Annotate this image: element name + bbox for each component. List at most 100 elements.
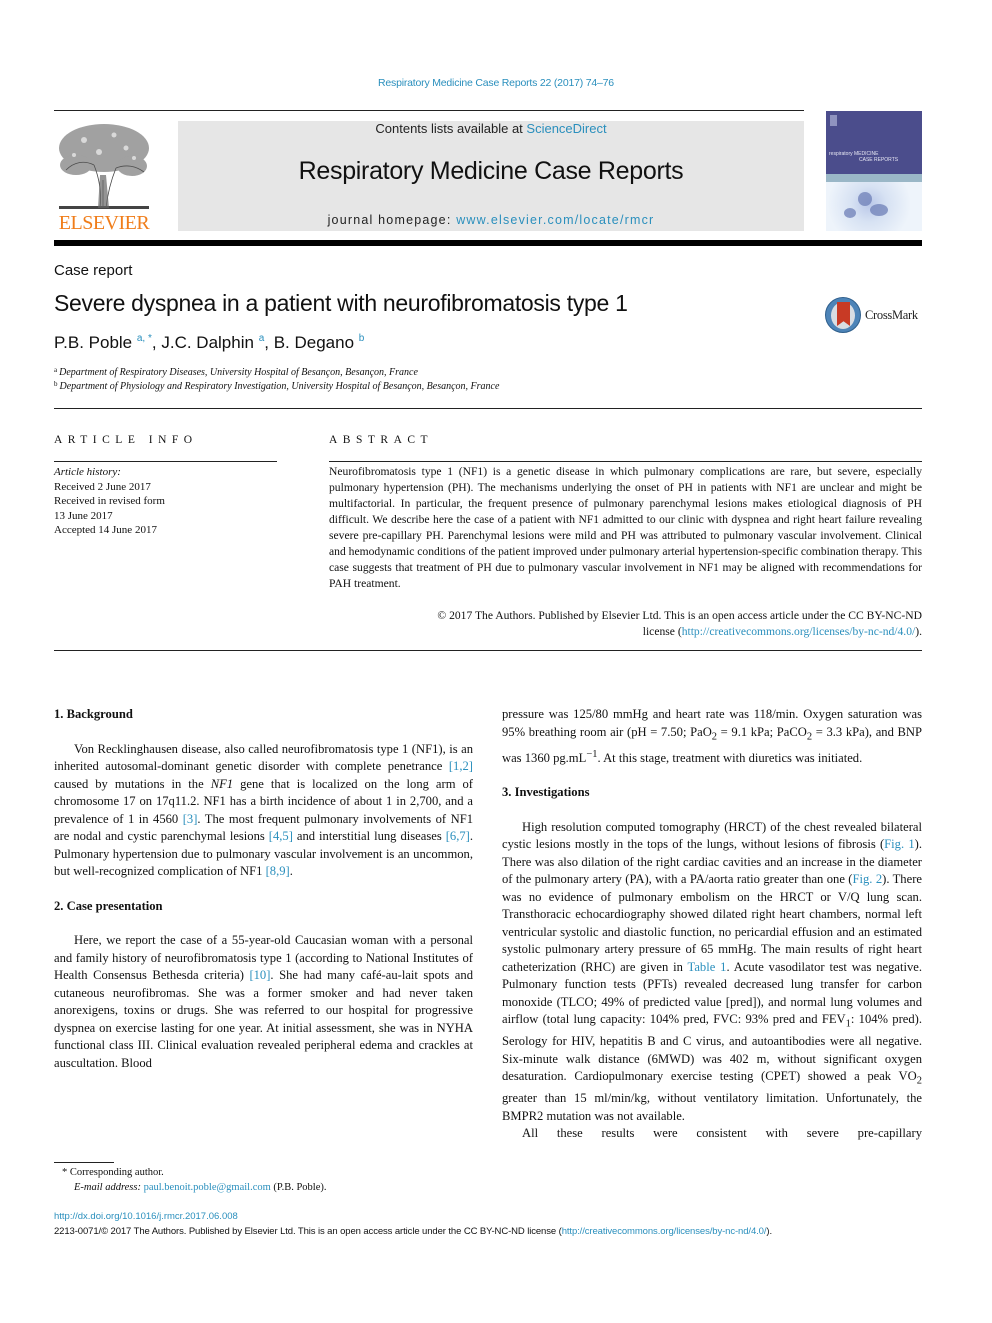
author-affiliation-mark[interactable]: a, *: [137, 333, 152, 344]
cover-title: respiratory MEDICINE CASE REPORTS: [829, 151, 921, 163]
text-run: Von Recklinghausen disease, also called …: [54, 741, 473, 774]
elsevier-logo[interactable]: ELSEVIER: [54, 120, 154, 234]
cover-cell-shape: [858, 192, 872, 206]
investigations-paragraph: High resolution computed tomography (HRC…: [502, 819, 922, 1126]
cover-top: [826, 111, 922, 174]
citation-link[interactable]: [3]: [183, 812, 198, 826]
article-info-heading: ARTICLE INFO: [54, 434, 198, 446]
elsevier-wordmark: ELSEVIER: [58, 212, 150, 234]
journal-cover-thumbnail[interactable]: respiratory MEDICINE CASE REPORTS: [826, 111, 922, 231]
license-prefix: license (: [642, 625, 682, 638]
email-line: E-mail address: paul.benoit.poble@gmail.…: [54, 1180, 327, 1195]
affiliation-text: Department of Respiratory Diseases, Univ…: [59, 367, 418, 378]
license-line: license (http://creativecommons.org/lice…: [329, 624, 922, 640]
figure-link[interactable]: Fig. 1: [884, 837, 914, 851]
history-entry: Received in revised form: [54, 495, 165, 507]
article-history: Article history: Received 2 June 2017 Re…: [54, 465, 165, 538]
text-run: . At this stage, treatment with diuretic…: [597, 750, 863, 765]
elsevier-tree-icon: [59, 124, 149, 209]
cover-band: [826, 174, 922, 182]
investigations-paragraph: All these results were consistent with s…: [522, 1126, 922, 1141]
author-name[interactable]: B. Degano: [274, 333, 354, 352]
doi-link[interactable]: http://dx.doi.org/10.1016/j.rmcr.2017.06…: [54, 1211, 238, 1222]
abstract-rule: [329, 461, 922, 462]
email-label: E-mail address:: [74, 1182, 144, 1193]
history-entry: 13 June 2017: [54, 509, 113, 522]
homepage-prefix: journal homepage:: [327, 213, 457, 227]
citation-link[interactable]: [4,5]: [269, 829, 293, 843]
gene-name: NF1: [210, 776, 234, 791]
footer-license: 2213-0071/© 2017 The Authors. Published …: [54, 1226, 922, 1237]
text-run: = 9.1 kPa; PaCO: [717, 724, 807, 739]
section-heading-case: 2. Case presentation: [54, 898, 163, 913]
abstract-copyright: © 2017 The Authors. Published by Elsevie…: [329, 608, 922, 640]
affiliation: b Department of Physiology and Respirator…: [54, 380, 499, 392]
history-entry: Received 2 June 2017: [54, 480, 151, 493]
case-paragraph-continued: pressure was 125/80 mmHg and heart rate …: [502, 706, 922, 767]
author-name[interactable]: J.C. Dalphin: [161, 333, 254, 352]
author-separator: ,: [151, 333, 162, 352]
article-title: Severe dyspnea in a patient with neurofi…: [54, 290, 628, 316]
copyright-line: © 2017 The Authors. Published by Elsevie…: [437, 609, 922, 622]
journal-homepage: journal homepage: www.elsevier.com/locat…: [178, 213, 804, 227]
footer-license-suffix: ).: [766, 1226, 773, 1237]
cover-title-line2: CASE REPORTS: [859, 157, 899, 163]
citation-link[interactable]: [1,2]: [449, 759, 473, 773]
corresponding-author-note: * Corresponding author.: [62, 1167, 164, 1178]
section-heading-background: 1. Background: [54, 707, 133, 721]
background-paragraph: Von Recklinghausen disease, also called …: [54, 741, 473, 881]
cover-cell-shape: [844, 208, 856, 218]
author-separator: ,: [264, 333, 274, 352]
article-history-label: Article history:: [54, 466, 121, 478]
table-link[interactable]: Table 1: [688, 960, 727, 974]
journal-masthead: Contents lists available at ScienceDirec…: [178, 121, 804, 231]
affiliation-mark: a: [54, 366, 58, 374]
footer-license-link[interactable]: http://creativecommons.org/licenses/by-n…: [562, 1226, 767, 1237]
crossmark-icon: [825, 297, 861, 333]
license-suffix: ).: [915, 625, 922, 638]
section-heading-investigations: 3. Investigations: [502, 785, 590, 800]
citation-link[interactable]: [6,7]: [446, 829, 470, 843]
masthead-rule: [54, 240, 922, 246]
footnote: * Corresponding author. E-mail address: …: [54, 1165, 327, 1195]
email-suffix: (P.B. Poble).: [270, 1182, 327, 1193]
crossmark-button[interactable]: CrossMark: [825, 297, 925, 335]
cover-elsevier-icon: [830, 115, 837, 126]
text-run: and interstitial lung diseases: [292, 829, 446, 843]
author-name[interactable]: P.B. Poble: [54, 333, 132, 352]
footer-license-prefix: 2213-0071/© 2017 The Authors. Published …: [54, 1226, 562, 1237]
article-type-label: Case report: [54, 262, 133, 279]
text-run: caused by mutations in the: [54, 776, 211, 791]
text-run: greater than 15 ml/min/kg, without venti…: [502, 1091, 922, 1123]
article-info-rule: [54, 461, 277, 462]
author-affiliation-mark[interactable]: b: [359, 333, 365, 344]
text-run: High resolution computed tomography (HRC…: [502, 819, 922, 852]
author-list: P.B. Poble a, *, J.C. Dalphin a, B. Dega…: [54, 333, 364, 353]
text-run: .: [289, 864, 293, 878]
figure-link[interactable]: Fig. 2: [853, 872, 883, 886]
footnote-rule: [54, 1162, 114, 1163]
text-run: . She had many café-au-lait spots and cu…: [54, 968, 473, 1070]
abstract-bottom-rule: [54, 650, 922, 651]
abstract-text: Neurofibromatosis type 1 (NF1) is a gene…: [329, 465, 922, 590]
affiliation-text: Department of Physiology and Respiratory…: [59, 381, 500, 392]
body-column-left: 1. Background Von Recklinghausen disease…: [54, 706, 473, 1072]
running-head[interactable]: Respiratory Medicine Case Reports 22 (20…: [0, 77, 992, 89]
cover-cell-shape: [870, 204, 888, 216]
contents-prefix: Contents lists available at: [375, 121, 527, 136]
affiliation-mark: b: [54, 380, 58, 388]
history-entry: Accepted 14 June 2017: [54, 524, 157, 536]
text-run: ). There was no evidence of pulmonary em…: [502, 872, 922, 974]
email-link[interactable]: paul.benoit.poble@gmail.com: [144, 1182, 271, 1193]
sciencedirect-link[interactable]: ScienceDirect: [526, 121, 606, 136]
case-paragraph: Here, we report the case of a 55-year-ol…: [54, 932, 473, 1072]
subscript: 2: [916, 1075, 922, 1087]
citation-link[interactable]: [8,9]: [266, 864, 290, 878]
license-link[interactable]: http://creativecommons.org/licenses/by-n…: [682, 625, 916, 638]
top-rule: [54, 110, 804, 111]
superscript: −1: [586, 748, 598, 760]
citation-link[interactable]: [10]: [249, 968, 270, 982]
homepage-link[interactable]: www.elsevier.com/locate/rmcr: [456, 213, 654, 227]
abstract-heading: ABSTRACT: [329, 434, 434, 446]
cover-micrograph-image: [826, 182, 922, 231]
